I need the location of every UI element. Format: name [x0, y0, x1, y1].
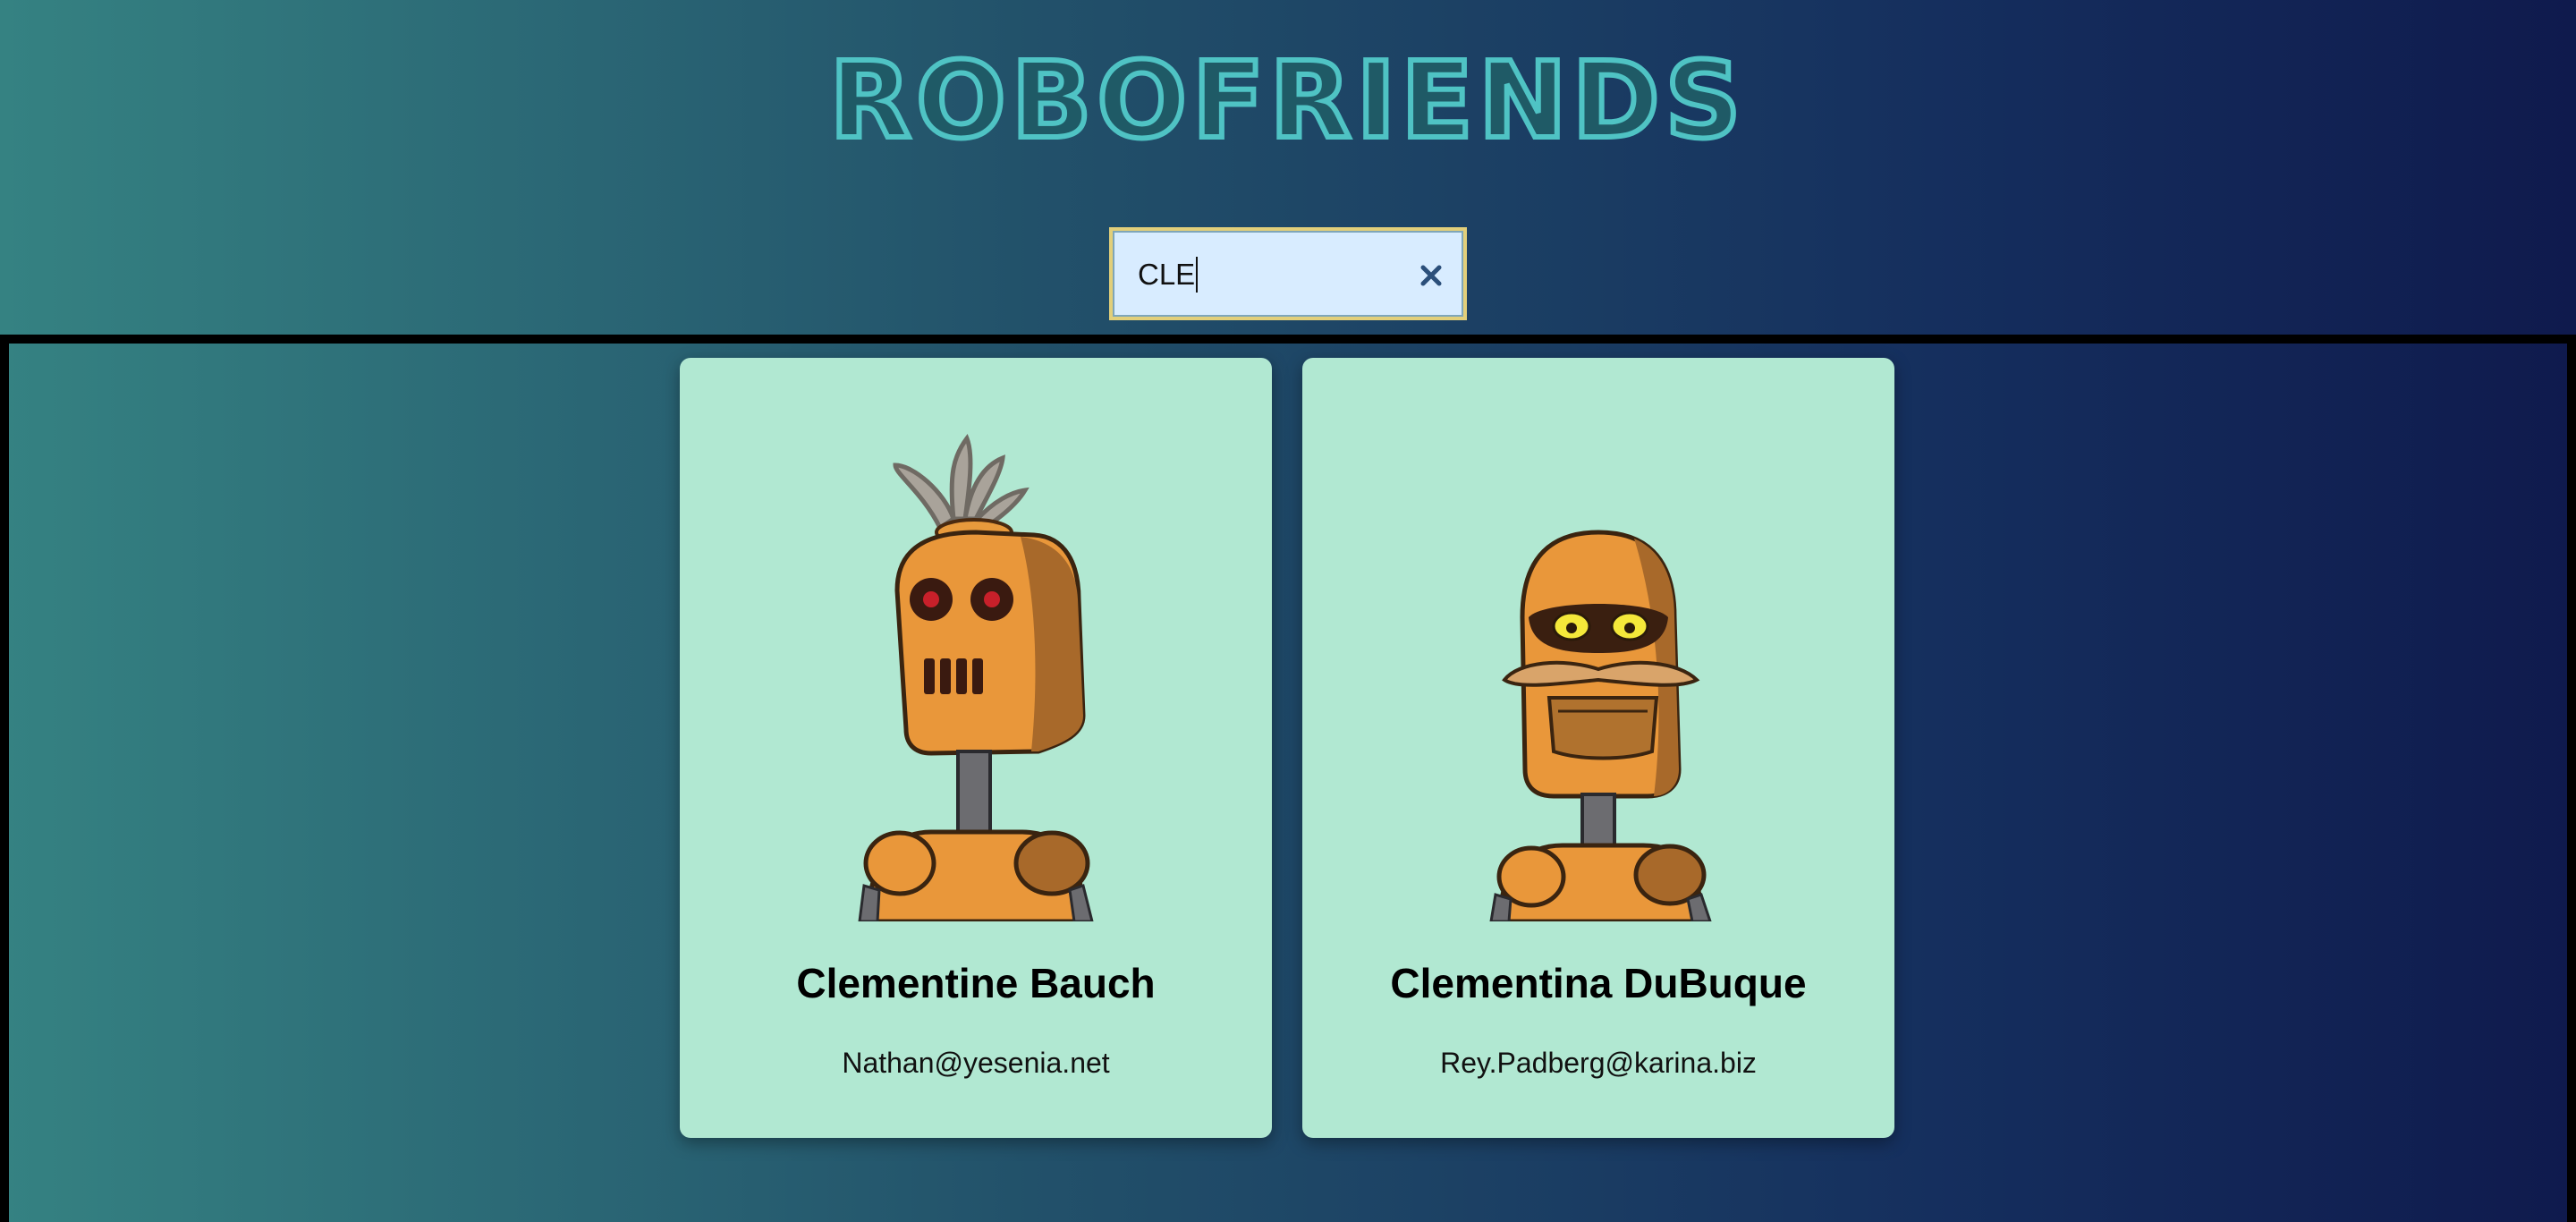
clear-search-button[interactable]: [1411, 256, 1451, 295]
robot-name: Clementina DuBuque: [1390, 960, 1807, 1006]
robot-email: Nathan@yesenia.net: [842, 1047, 1110, 1079]
app-title: ROBOFRIENDS: [826, 36, 1747, 165]
robot-card[interactable]: Clementine Bauch Nathan@yesenia.net: [680, 358, 1272, 1138]
robot-card[interactable]: Clementina DuBuque Rey.Padberg@karina.bi…: [1302, 358, 1894, 1138]
card-list-scroll-area[interactable]: [0, 335, 2576, 1222]
search-box[interactable]: [1109, 227, 1467, 320]
text-caret: [1196, 257, 1198, 293]
robot-name: Clementine Bauch: [796, 960, 1156, 1006]
close-icon[interactable]: [1411, 256, 1451, 295]
robot-avatar-icon: [1489, 530, 1712, 921]
header: ROBOFRIENDS: [0, 0, 2576, 335]
robot-avatar-icon: [858, 433, 1094, 921]
robot-email: Rey.Padberg@karina.biz: [1440, 1047, 1757, 1079]
search-input[interactable]: [1138, 252, 1388, 297]
